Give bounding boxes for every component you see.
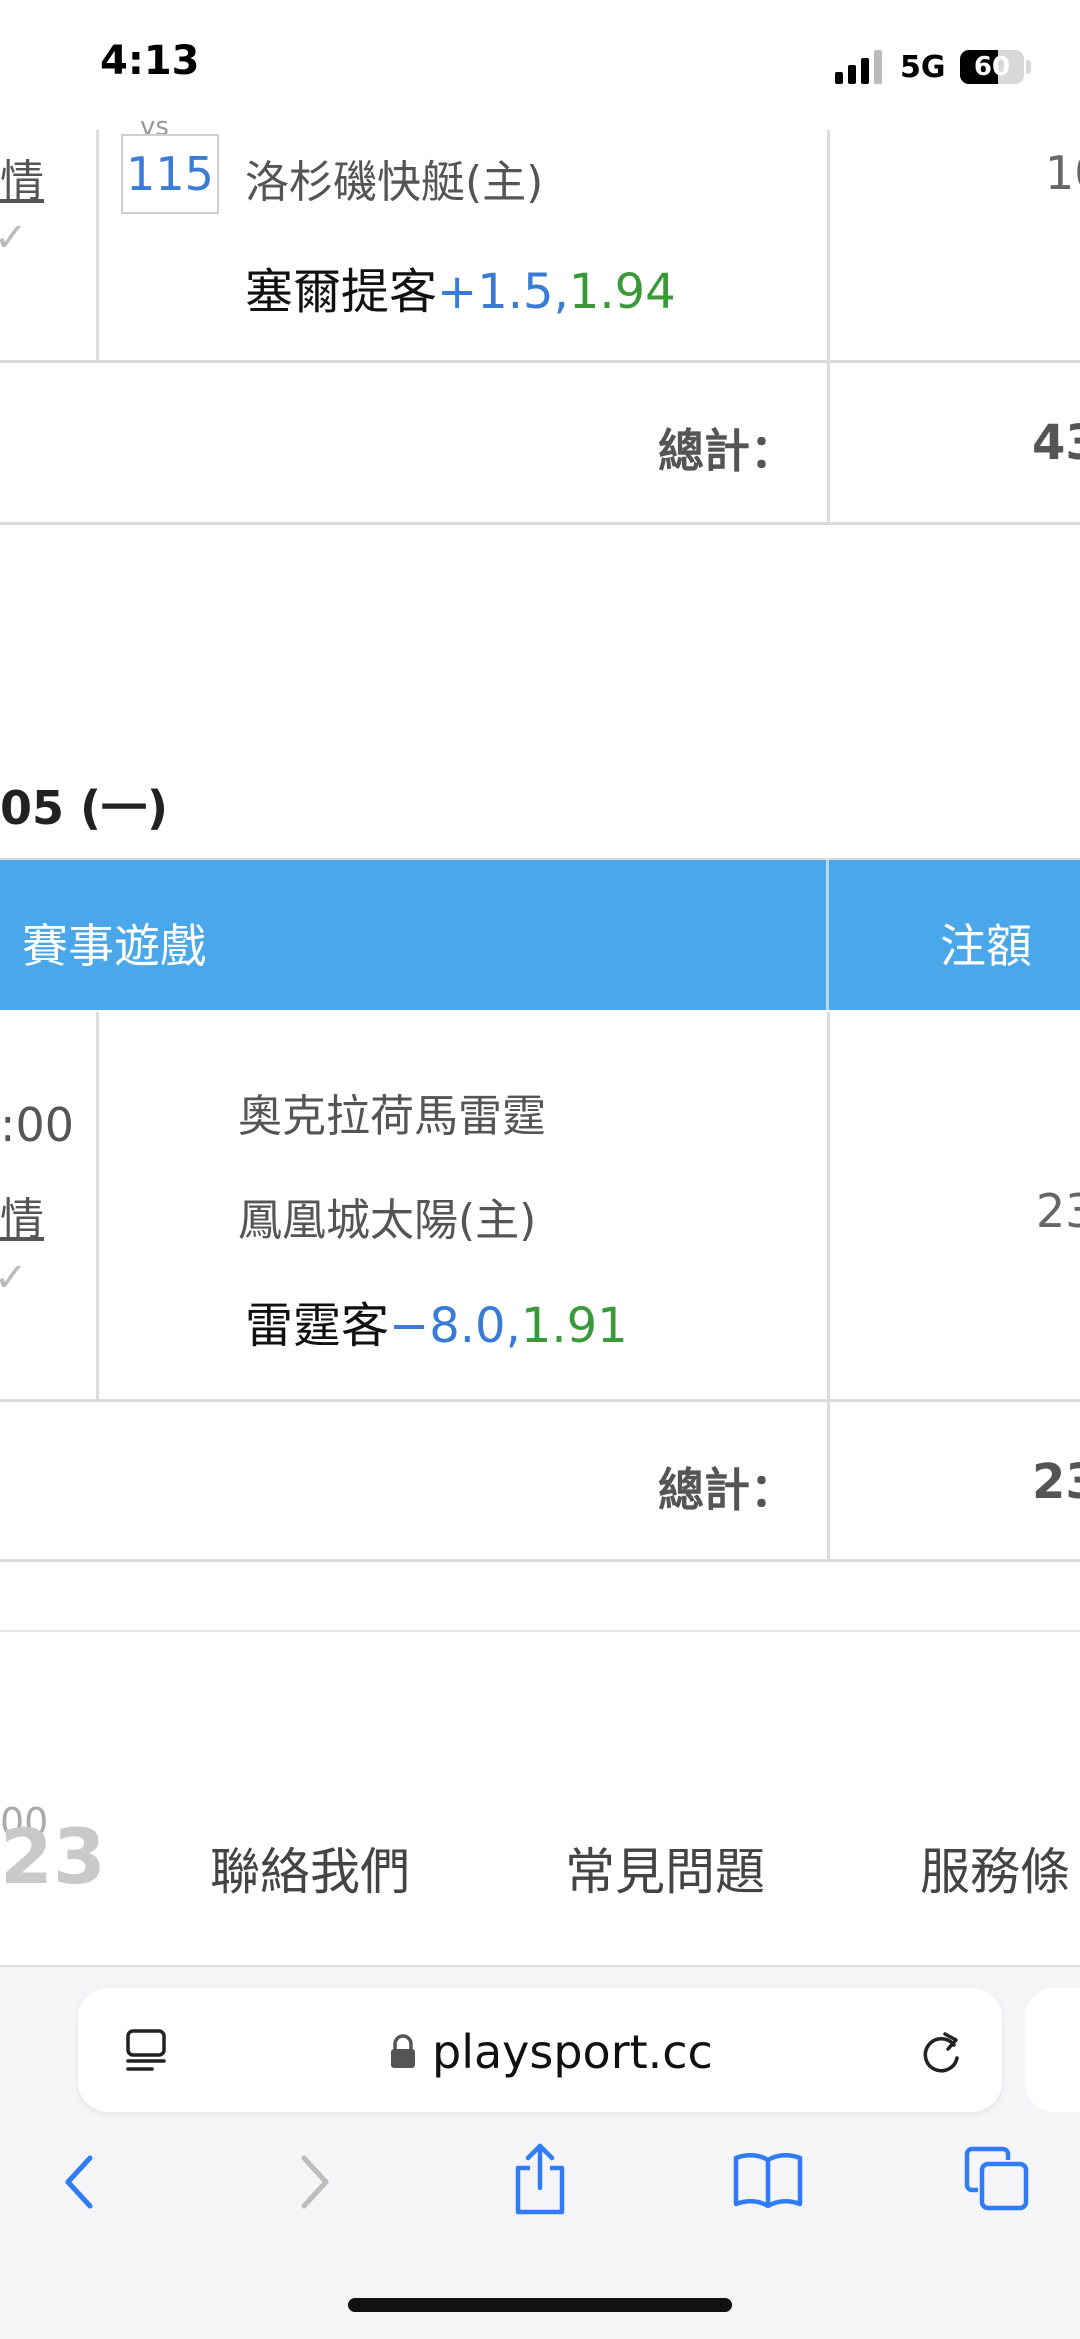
reader-icon[interactable] — [124, 2028, 170, 2074]
details-link[interactable]: 情 — [0, 145, 44, 209]
table-header: 賽事遊戲 注額 — [0, 860, 1080, 1010]
pick-odds: 1.94 — [568, 264, 676, 320]
battery-nub — [1026, 60, 1031, 74]
home-team: 洛杉磯快艇(主) — [245, 157, 544, 208]
lock-icon — [391, 2034, 415, 2068]
table-divider — [96, 130, 99, 362]
table-divider — [827, 130, 830, 362]
away-team: 奧克拉荷馬雷霆 — [238, 1091, 546, 1142]
table-divider — [827, 1401, 830, 1561]
total-label: 總計： — [658, 1463, 796, 1517]
game-number: 115 — [121, 134, 219, 214]
bookmarks-icon[interactable] — [732, 2150, 804, 2210]
pick-handicap: −8.0, — [389, 1298, 521, 1354]
url-text[interactable]: playsport.cc — [432, 2025, 713, 2079]
footer-link-contact[interactable]: 聯絡我們 — [210, 1832, 410, 1904]
details-link[interactable]: 情 — [0, 1183, 44, 1247]
total-label: 總計： — [658, 424, 796, 478]
forward-icon[interactable] — [292, 2152, 336, 2212]
next-tab-peek[interactable] — [1025, 1988, 1080, 2112]
signal-icon — [835, 50, 882, 84]
header-divider — [826, 860, 829, 1010]
bet-amount: 10 — [1045, 146, 1080, 200]
section-divider — [0, 1630, 1080, 1632]
pick-line: 雷霆客−8.0,1.91 — [245, 1286, 628, 1356]
pick-team: 塞爾提客 — [245, 264, 438, 320]
footer-link-terms[interactable]: 服務條 — [920, 1832, 1070, 1904]
reload-icon[interactable] — [918, 2028, 964, 2076]
check-icon: ✓ — [0, 215, 28, 261]
footer-link-faq[interactable]: 常見問題 — [565, 1832, 765, 1904]
row-divider — [0, 1399, 1080, 1402]
check-icon: ✓ — [0, 1255, 28, 1301]
row-divider — [0, 360, 1080, 363]
total-value: 43 — [1032, 415, 1080, 471]
back-icon[interactable] — [58, 2152, 102, 2212]
battery-percent: 60 — [973, 52, 1011, 82]
table-divider — [827, 362, 830, 524]
footer-big-number: 23 — [0, 1812, 106, 1901]
battery-icon: 60 — [960, 50, 1024, 84]
tabs-icon[interactable] — [964, 2146, 1030, 2212]
date-heading: 05 (一) — [0, 781, 169, 835]
table-divider — [827, 1012, 830, 1400]
status-time: 4:13 — [100, 38, 200, 84]
network-type: 5G — [900, 50, 946, 85]
bet-amount: 23 — [1036, 1184, 1080, 1238]
home-indicator[interactable] — [348, 2298, 732, 2312]
pick-team: 雷霆客 — [245, 1298, 390, 1354]
home-team: 鳳凰城太陽(主) — [238, 1195, 537, 1246]
game-time: :00 — [0, 1098, 75, 1152]
pick-handicap: +1.5, — [437, 264, 569, 320]
table-divider — [96, 1012, 99, 1400]
header-game: 賽事遊戲 — [22, 919, 206, 973]
header-amount: 注額 — [940, 919, 1032, 973]
pick-line: 塞爾提客+1.5,1.94 — [245, 252, 676, 322]
row-divider — [0, 522, 1080, 525]
pick-odds: 1.91 — [520, 1298, 628, 1354]
row-divider — [0, 1559, 1080, 1562]
share-icon[interactable] — [508, 2142, 572, 2216]
total-value: 23 — [1032, 1454, 1080, 1510]
